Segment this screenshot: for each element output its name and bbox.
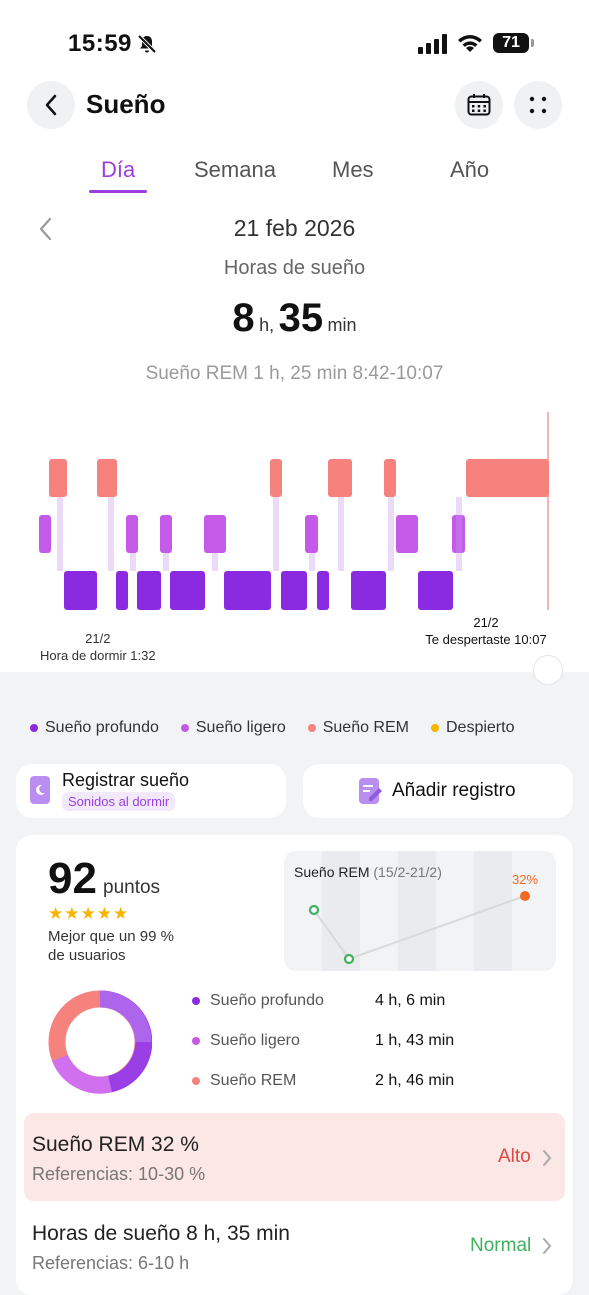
status-time: 15:59 [68,30,132,57]
score-comparison: Mejor que un 99 % de usuarios [48,928,174,964]
breakdown-rem-label: Sueño REM [210,1072,297,1089]
chevron-right-icon [543,1150,552,1166]
minutes-value: 35 [278,296,324,340]
back-button[interactable] [27,81,75,129]
rem-insight-status: Alto [498,1146,531,1167]
selected-segment-info: Sueño REM 1 h, 25 min 8:42-10:07 [145,363,444,384]
hours-value: 8 [232,296,255,340]
sleep-score: 92 [48,854,97,903]
rem-insight-title: Sueño REM 32 % [32,1133,199,1156]
bell-muted-icon [137,34,157,54]
sleep-stages-chart[interactable] [0,400,589,630]
minutes-unit: min [327,315,357,335]
tab-mes[interactable]: Mes [332,157,374,183]
trend-point [308,904,320,916]
score-stars: ★★★★★ [48,904,130,923]
breakdown-light-label: Sueño ligero [210,1032,300,1049]
active-tab-indicator [89,190,147,193]
stage-donut-chart [48,990,152,1094]
chevron-left-icon [45,94,57,116]
rem-trend-title: Sueño REM (15/2-21/2) [294,864,442,880]
hours-label: Horas de sueño [223,257,366,279]
tab-dia[interactable]: Día [101,157,135,183]
legend-awake: Despierto [430,719,514,737]
hours-insight-title: Horas de sueño 8 h, 35 min [32,1222,290,1245]
selected-date: 21 feb 2026 [233,215,356,241]
calendar-button[interactable] [455,81,503,129]
rem-insight-row[interactable] [24,1113,565,1201]
battery-tip [531,39,534,47]
breakdown-rem-value: 2 h, 46 min [375,1072,455,1089]
wake-time: Te despertaste 10:07 [425,632,547,647]
legend-light: Sueño ligero [180,719,286,737]
stage-legend: Sueño profundo Sueño ligero Sueño REM De… [30,719,536,737]
timeline-scrubber-handle[interactable] [534,656,562,684]
hours-unit: h, [259,315,275,335]
chevron-right-icon [543,1238,552,1254]
tab-semana[interactable]: Semana [194,157,276,183]
rem-blocks [49,459,549,497]
hours-insight-reference: Referencias: 6-10 h [32,1253,190,1273]
breakdown-light-value: 1 h, 43 min [375,1032,455,1049]
deep-blocks [64,571,453,610]
sleep-start-date: 21/2 [85,631,111,646]
light-blocks [39,515,465,553]
breakdown-deep-label: Sueño profundo [210,992,324,1009]
rem-insight-reference: Referencias: 10-30 % [32,1164,206,1184]
tab-ano[interactable]: Año [450,157,489,183]
calendar-icon [467,94,491,116]
sleep-start-label: 21/2 Hora de dormir 1:32 [40,630,156,664]
cellular-signal-icon [418,34,447,54]
score-unit: puntos [103,877,161,898]
edit-note-icon [359,778,382,804]
sleep-sounds-chip[interactable]: Sonidos al dormir [62,792,176,811]
sleep-start-time: Hora de dormir 1:32 [40,648,156,663]
total-sleep-duration: 8 h, 35 min [0,296,589,341]
wifi-icon [458,35,482,52]
more-options-button[interactable] [514,81,562,129]
rem-dot [192,1077,200,1085]
light-dot [192,1037,200,1045]
add-record-label: Añadir registro [392,780,516,801]
deep-dot [192,997,200,1005]
page-title: Sueño [86,89,166,119]
legend-deep: Sueño profundo [30,719,159,737]
phone-moon-icon [30,776,50,804]
breakdown-deep-value: 4 h, 6 min [375,992,446,1009]
trend-point [520,891,530,901]
hours-insight-status: Normal [470,1235,532,1256]
wake-label: 21/2 Te despertaste 10:07 [418,614,554,648]
register-sleep-label: Registrar sueño [62,770,190,790]
battery-icon: 71 [493,33,529,53]
legend-rem: Sueño REM [307,719,409,737]
wake-date: 21/2 [473,615,499,630]
grid-dots-icon [529,96,547,114]
trend-point [343,953,355,965]
rem-trend-last-value: 32% [512,872,539,887]
